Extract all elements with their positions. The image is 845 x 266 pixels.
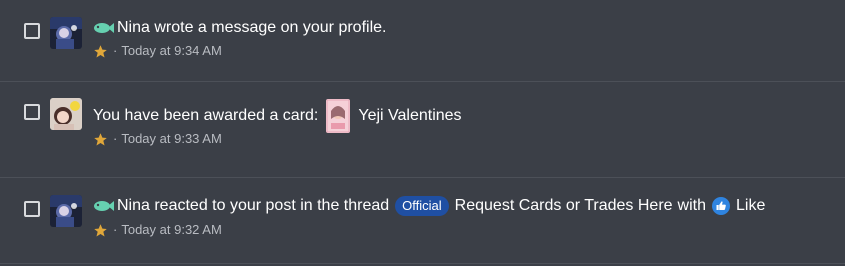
official-badge: Official	[395, 196, 449, 216]
card-name-link[interactable]: Yeji Valentines	[358, 106, 461, 126]
card-thumbnail[interactable]	[326, 99, 351, 133]
avatar[interactable]	[50, 195, 82, 227]
alert-text: reacted to your post in the thread	[149, 197, 390, 214]
username-link[interactable]: Nina	[117, 196, 150, 216]
reaction-label: Like	[736, 197, 766, 214]
alert-meta: · Today at 9:33 AM	[93, 131, 222, 147]
fish-icon	[94, 23, 114, 33]
alert-row[interactable]: You have been awarded a card: Yeji Valen…	[0, 82, 845, 178]
alert-message: Nina wrote a message on your profile.	[93, 18, 386, 38]
fish-icon	[94, 201, 114, 211]
username-link[interactable]: Nina	[117, 18, 150, 38]
alert-row[interactable]: Nina reacted to your post in the thread …	[0, 178, 845, 264]
separator: ·	[113, 43, 118, 58]
select-checkbox[interactable]	[24, 23, 40, 39]
with-text: with	[677, 197, 706, 214]
star-icon	[94, 223, 107, 236]
alerts-list: Nina wrote a message on your profile. · …	[0, 0, 845, 264]
alert-meta: · Today at 9:34 AM	[93, 43, 222, 59]
select-checkbox[interactable]	[24, 104, 40, 120]
star-icon	[94, 44, 107, 57]
alert-text: wrote a message on your profile.	[149, 19, 387, 36]
select-checkbox[interactable]	[24, 201, 40, 217]
timestamp[interactable]: Today at 9:33 AM	[121, 131, 221, 147]
thread-link[interactable]: Request Cards or Trades Here	[455, 196, 673, 216]
star-icon	[94, 132, 107, 145]
avatar[interactable]	[50, 17, 82, 49]
timestamp[interactable]: Today at 9:32 AM	[121, 222, 221, 238]
like-icon	[712, 197, 730, 215]
avatar[interactable]	[50, 98, 82, 130]
separator: ·	[113, 131, 118, 146]
timestamp[interactable]: Today at 9:34 AM	[121, 43, 221, 59]
alert-text: You have been awarded a card:	[93, 107, 319, 124]
alert-message: You have been awarded a card: Yeji Valen…	[93, 99, 462, 133]
alert-message: Nina reacted to your post in the thread …	[93, 196, 765, 216]
alert-row[interactable]: Nina wrote a message on your profile. · …	[0, 0, 845, 82]
separator: ·	[113, 222, 118, 237]
alert-meta: · Today at 9:32 AM	[93, 222, 222, 238]
